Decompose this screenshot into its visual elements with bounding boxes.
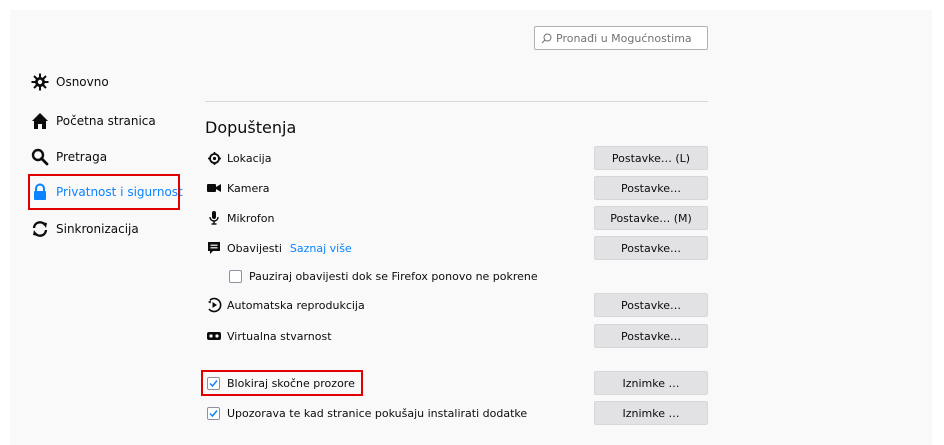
highlight-box-sidebar (28, 174, 180, 210)
checkbox-label: Pauziraj obavijesti dok se Firefox ponov… (249, 269, 538, 283)
permission-row-location: Lokacija (206, 148, 271, 168)
checkbox-label: Upozorava te kad stranice pokušaju insta… (227, 406, 528, 420)
popup-exceptions-button[interactable]: Iznimke … (594, 371, 708, 395)
permission-label: Automatska reprodukcija (227, 298, 365, 312)
autoplay-icon (206, 297, 222, 313)
permission-label: Mikrofon (227, 211, 275, 225)
search-input[interactable]: Pronađi u Mogućnostima (534, 26, 708, 50)
microphone-settings-button[interactable]: Postavke… (M) (594, 206, 708, 230)
sync-icon (30, 219, 50, 239)
pause-notifications-option[interactable]: Pauziraj obavijesti dok se Firefox ponov… (229, 266, 538, 286)
notifications-settings-button[interactable]: Postavke… (594, 236, 708, 260)
permission-row-camera: Kamera (206, 178, 270, 198)
permission-row-autoplay: Automatska reprodukcija (206, 295, 365, 315)
addon-exceptions-button[interactable]: Iznimke … (594, 401, 708, 425)
notification-icon (206, 240, 222, 256)
sidebar-item-search[interactable]: Pretraga (30, 143, 107, 171)
vr-settings-button[interactable]: Postavke… (594, 324, 708, 348)
permission-row-notifications: Obavijesti Saznaj više (206, 238, 352, 258)
permission-label: Kamera (227, 181, 270, 195)
camera-settings-button[interactable]: Postavke… (594, 176, 708, 200)
permissions-heading: Dopuštenja (205, 118, 297, 137)
camera-icon (206, 180, 222, 196)
search-icon (541, 33, 552, 43)
sidebar-item-home[interactable]: Početna stranica (30, 107, 156, 135)
sidebar-item-label: Sinkronizacija (56, 222, 139, 236)
search-icon (30, 147, 50, 167)
location-settings-button[interactable]: Postavke… (L) (594, 146, 708, 170)
permission-label: Virtualna stvarnost (227, 329, 332, 343)
highlight-box-popups (201, 370, 363, 396)
microphone-icon (206, 210, 222, 226)
section-divider (205, 101, 708, 102)
sidebar-item-label: Osnovno (56, 75, 109, 89)
warn-addons-checkbox[interactable] (207, 406, 220, 420)
sidebar-item-general[interactable]: Osnovno (30, 68, 109, 96)
permission-label: Lokacija (227, 151, 272, 165)
location-icon (206, 150, 222, 166)
sidebar-item-label: Početna stranica (56, 114, 156, 128)
home-icon (30, 111, 50, 131)
sidebar-item-label: Pretraga (56, 150, 108, 164)
gear-icon (30, 72, 50, 92)
permission-label: Obavijesti (227, 241, 282, 255)
warn-addons-option[interactable]: Upozorava te kad stranice pokušaju insta… (207, 403, 527, 423)
search-placeholder: Pronađi u Mogućnostima (556, 31, 692, 45)
preferences-panel (10, 10, 932, 445)
pause-notifications-checkbox[interactable] (229, 269, 242, 283)
autoplay-settings-button[interactable]: Postavke… (594, 293, 708, 317)
checkmark-icon (209, 409, 218, 417)
permission-row-microphone: Mikrofon (206, 208, 275, 228)
sidebar-item-sync[interactable]: Sinkronizacija (30, 215, 139, 243)
learn-more-link[interactable]: Saznaj više (290, 242, 352, 255)
vr-icon (206, 328, 222, 344)
permission-row-vr: Virtualna stvarnost (206, 326, 332, 346)
